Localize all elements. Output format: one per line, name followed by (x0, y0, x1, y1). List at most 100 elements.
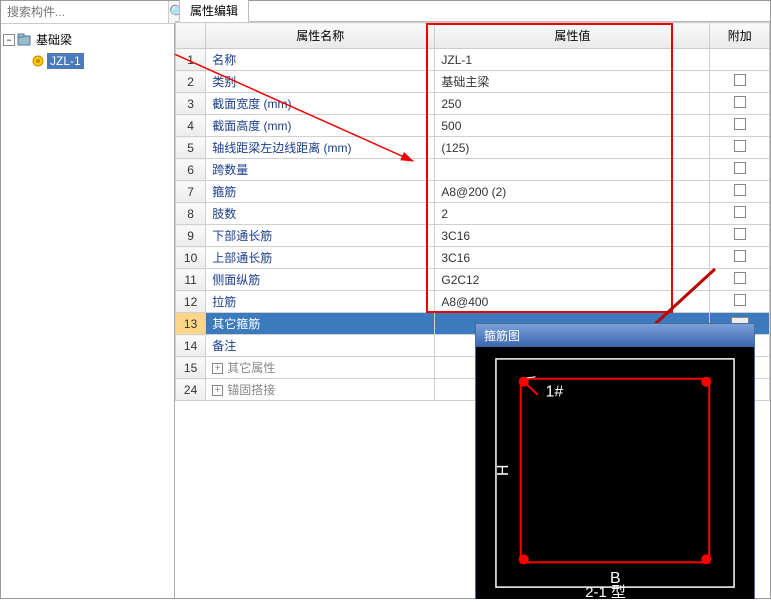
checkbox[interactable] (734, 206, 746, 218)
property-name: 锚固搭接 (227, 383, 275, 397)
search-bar: 🔍 (1, 1, 174, 24)
checkbox[interactable] (734, 162, 746, 174)
property-name-cell: 跨数量 (206, 159, 435, 181)
property-name: 跨数量 (212, 163, 248, 177)
property-name: 类别 (212, 75, 236, 89)
table-row[interactable]: 6跨数量 (176, 159, 770, 181)
search-input[interactable] (1, 1, 168, 23)
additional-cell (710, 247, 770, 269)
property-name: 上部通长筋 (212, 251, 272, 265)
table-row[interactable]: 8肢数2 (176, 203, 770, 225)
property-name: 拉筋 (212, 295, 236, 309)
checkbox[interactable] (734, 118, 746, 130)
additional-cell (710, 225, 770, 247)
row-number: 13 (176, 313, 206, 335)
property-value-cell[interactable]: JZL-1 (435, 49, 710, 71)
table-row[interactable]: 2 类别 基础主梁 (176, 71, 770, 93)
table-row[interactable]: 1 名称 JZL-1 (176, 49, 770, 71)
header-blank (176, 23, 206, 49)
property-name-cell: 肢数 (206, 203, 435, 225)
property-name: 其它箍筋 (212, 317, 260, 331)
property-value-cell[interactable]: (125) (435, 137, 710, 159)
property-value-cell[interactable]: 2 (435, 203, 710, 225)
property-name-cell: + 锚固搭接 (206, 379, 435, 401)
row-number: 5 (176, 137, 206, 159)
property-value-cell[interactable]: G2C12 (435, 269, 710, 291)
property-name-cell: 截面宽度 (mm) (206, 93, 435, 115)
additional-cell (710, 115, 770, 137)
table-row[interactable]: 12 拉筋 A8@400 (176, 291, 770, 313)
stirrup-label-h: H (495, 465, 512, 476)
expand-icon[interactable]: + (212, 363, 223, 374)
property-value-cell[interactable]: 3C16 (435, 225, 710, 247)
component-icon (31, 54, 45, 68)
property-name: 轴线距梁左边线距离 (mm) (212, 141, 351, 155)
checkbox[interactable] (734, 250, 746, 262)
header-name: 属性名称 (206, 23, 435, 49)
row-number: 2 (176, 71, 206, 93)
property-value-cell[interactable]: 250 (435, 93, 710, 115)
property-name: 下部通长筋 (212, 229, 272, 243)
property-name-cell: 下部通长筋 (206, 225, 435, 247)
checkbox[interactable] (734, 184, 746, 196)
row-number: 8 (176, 203, 206, 225)
additional-cell (710, 203, 770, 225)
property-name: 备注 (212, 339, 236, 353)
property-name: 截面宽度 (mm) (212, 97, 291, 111)
property-name: 侧面纵筋 (212, 273, 260, 287)
tree-root-label: 基础梁 (33, 30, 75, 49)
tree-child-row[interactable]: JZL-1 (31, 51, 172, 71)
component-tree: − 基础梁 JZL-1 (1, 24, 174, 598)
expand-icon[interactable]: + (212, 385, 223, 396)
property-value-cell[interactable] (435, 159, 710, 181)
header-value: 属性值 (435, 23, 710, 49)
collapse-icon[interactable]: − (3, 34, 15, 46)
row-number: 1 (176, 49, 206, 71)
property-name: 箍筋 (212, 185, 236, 199)
property-name-cell: 拉筋 (206, 291, 435, 313)
checkbox[interactable] (734, 96, 746, 108)
tree-root-row[interactable]: − 基础梁 (3, 28, 172, 51)
property-name-cell: 侧面纵筋 (206, 269, 435, 291)
row-number: 9 (176, 225, 206, 247)
additional-cell (710, 71, 770, 93)
row-number: 3 (176, 93, 206, 115)
stirrup-body: 1# H B 2-1 型 (476, 347, 754, 599)
property-value-cell[interactable]: A8@400 (435, 291, 710, 313)
table-row[interactable]: 11 侧面纵筋 G2C12 (176, 269, 770, 291)
row-number: 11 (176, 269, 206, 291)
row-number: 24 (176, 379, 206, 401)
additional-cell (710, 159, 770, 181)
checkbox[interactable] (734, 294, 746, 306)
table-row[interactable]: 10上部通长筋3C16 (176, 247, 770, 269)
property-name-cell: 轴线距梁左边线距离 (mm) (206, 137, 435, 159)
row-number: 12 (176, 291, 206, 313)
property-name: 其它属性 (227, 361, 275, 375)
property-name: 名称 (212, 53, 236, 67)
additional-cell (710, 269, 770, 291)
table-row[interactable]: 4截面高度 (mm)500 (176, 115, 770, 137)
checkbox[interactable] (734, 228, 746, 240)
property-name-cell: 上部通长筋 (206, 247, 435, 269)
tab-property-edit[interactable]: 属性编辑 (179, 0, 249, 22)
stirrup-title: 箍筋图 (476, 324, 754, 347)
table-row[interactable]: 9 下部通长筋 3C16 (176, 225, 770, 247)
checkbox[interactable] (734, 74, 746, 86)
table-row[interactable]: 7箍筋A8@200 (2) (176, 181, 770, 203)
property-name-cell: 其它箍筋 (206, 313, 435, 335)
property-value-cell[interactable]: 基础主梁 (435, 71, 710, 93)
property-value-cell[interactable]: 3C16 (435, 247, 710, 269)
header-add: 附加 (710, 23, 770, 49)
additional-cell (710, 291, 770, 313)
table-row[interactable]: 3 截面宽度 (mm) 250 (176, 93, 770, 115)
checkbox[interactable] (734, 272, 746, 284)
property-name-cell: 名称 (206, 49, 435, 71)
property-value-cell[interactable]: 500 (435, 115, 710, 137)
checkbox[interactable] (734, 140, 746, 152)
property-name: 截面高度 (mm) (212, 119, 291, 133)
additional-cell (710, 181, 770, 203)
property-value-cell[interactable]: A8@200 (2) (435, 181, 710, 203)
folder-icon (17, 33, 31, 47)
property-name-cell: 类别 (206, 71, 435, 93)
table-row[interactable]: 5 轴线距梁左边线距离 (mm) (125) (176, 137, 770, 159)
